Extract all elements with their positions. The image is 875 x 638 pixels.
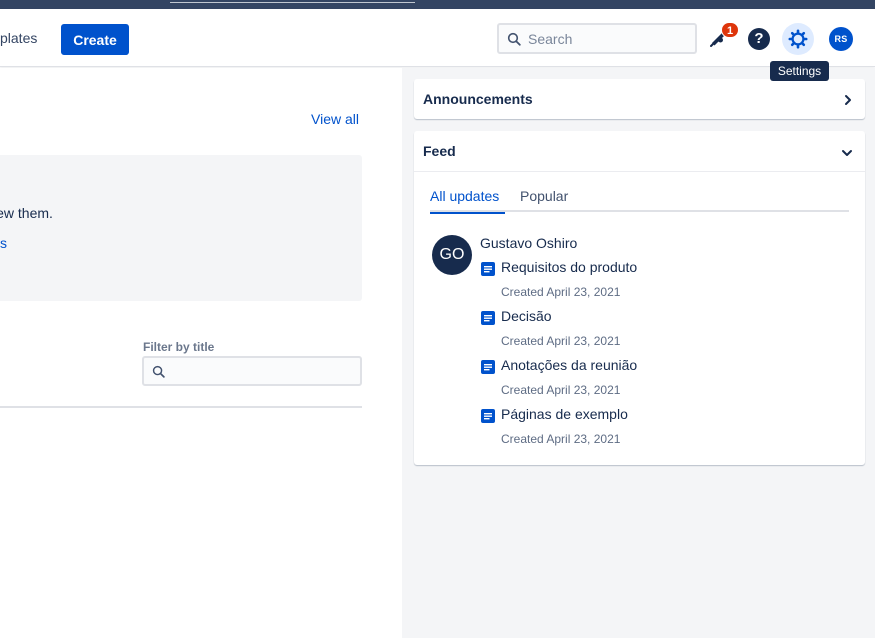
- search-input[interactable]: [528, 30, 688, 48]
- page-icon: [481, 360, 495, 379]
- feed-tabs: All updates Popular: [430, 188, 849, 214]
- avatar[interactable]: GO: [432, 235, 472, 275]
- nav-templates-link[interactable]: plates: [0, 30, 37, 46]
- filter-by-title-label: Filter by title: [143, 340, 215, 354]
- view-all-link[interactable]: View all: [311, 111, 359, 127]
- page-icon: [481, 409, 495, 428]
- search-icon: [152, 365, 165, 383]
- feed-title: Feed: [423, 143, 456, 159]
- active-tab-indicator: [430, 212, 505, 214]
- right-sidebar: Announcements Feed All updates Popular G…: [402, 68, 875, 638]
- list-item[interactable]: Decisão Created April 23, 2021: [480, 308, 850, 356]
- list-item[interactable]: Anotações da reunião Created April 23, 2…: [480, 357, 850, 405]
- tab-popular[interactable]: Popular: [520, 188, 568, 212]
- announcements-title: Announcements: [423, 91, 533, 107]
- feed-user-name[interactable]: Gustavo Oshiro: [480, 235, 577, 251]
- info-text: view them.: [0, 205, 53, 221]
- info-panel: view them. s: [0, 155, 362, 301]
- settings-tooltip: Settings: [770, 61, 829, 81]
- search-icon: [507, 32, 521, 51]
- top-strip-line: [170, 2, 415, 3]
- help-icon[interactable]: ?: [748, 28, 770, 50]
- gear-icon: [788, 29, 808, 49]
- divider: [0, 406, 362, 408]
- info-link[interactable]: s: [0, 235, 7, 251]
- page-icon: [481, 262, 495, 281]
- filter-input[interactable]: [172, 363, 352, 380]
- list-item[interactable]: Requisitos do produto Created April 23, …: [480, 259, 850, 307]
- list-item[interactable]: Páginas de exemplo Created April 23, 202…: [480, 406, 850, 454]
- created-date: Created April 23, 2021: [501, 432, 621, 446]
- announcements-card[interactable]: Announcements: [414, 79, 865, 119]
- feed-card: Feed All updates Popular GO Gustavo Oshi…: [414, 131, 865, 465]
- page-title[interactable]: Decisão: [501, 308, 552, 324]
- create-button[interactable]: Create: [61, 24, 129, 55]
- page-title[interactable]: Requisitos do produto: [501, 259, 637, 275]
- page-title[interactable]: Anotações da reunião: [501, 357, 637, 373]
- page-title[interactable]: Páginas de exemplo: [501, 406, 628, 422]
- chevron-down-icon[interactable]: [841, 145, 853, 163]
- feed-divider: [414, 171, 865, 172]
- settings-button[interactable]: [782, 23, 814, 55]
- top-navigation: plates Create 1 ?: [0, 9, 875, 67]
- created-date: Created April 23, 2021: [501, 285, 621, 299]
- main-content: View all view them. s Filter by title: [0, 68, 402, 638]
- top-strip: [0, 0, 875, 9]
- filter-input-box[interactable]: [142, 356, 362, 386]
- created-date: Created April 23, 2021: [501, 383, 621, 397]
- tab-all-updates[interactable]: All updates: [430, 188, 505, 214]
- created-date: Created April 23, 2021: [501, 334, 621, 348]
- user-avatar[interactable]: RS: [829, 27, 853, 51]
- page-icon: [481, 311, 495, 330]
- search-box[interactable]: [497, 23, 697, 54]
- notification-count-badge: 1: [721, 22, 739, 38]
- chevron-right-icon[interactable]: [843, 93, 853, 111]
